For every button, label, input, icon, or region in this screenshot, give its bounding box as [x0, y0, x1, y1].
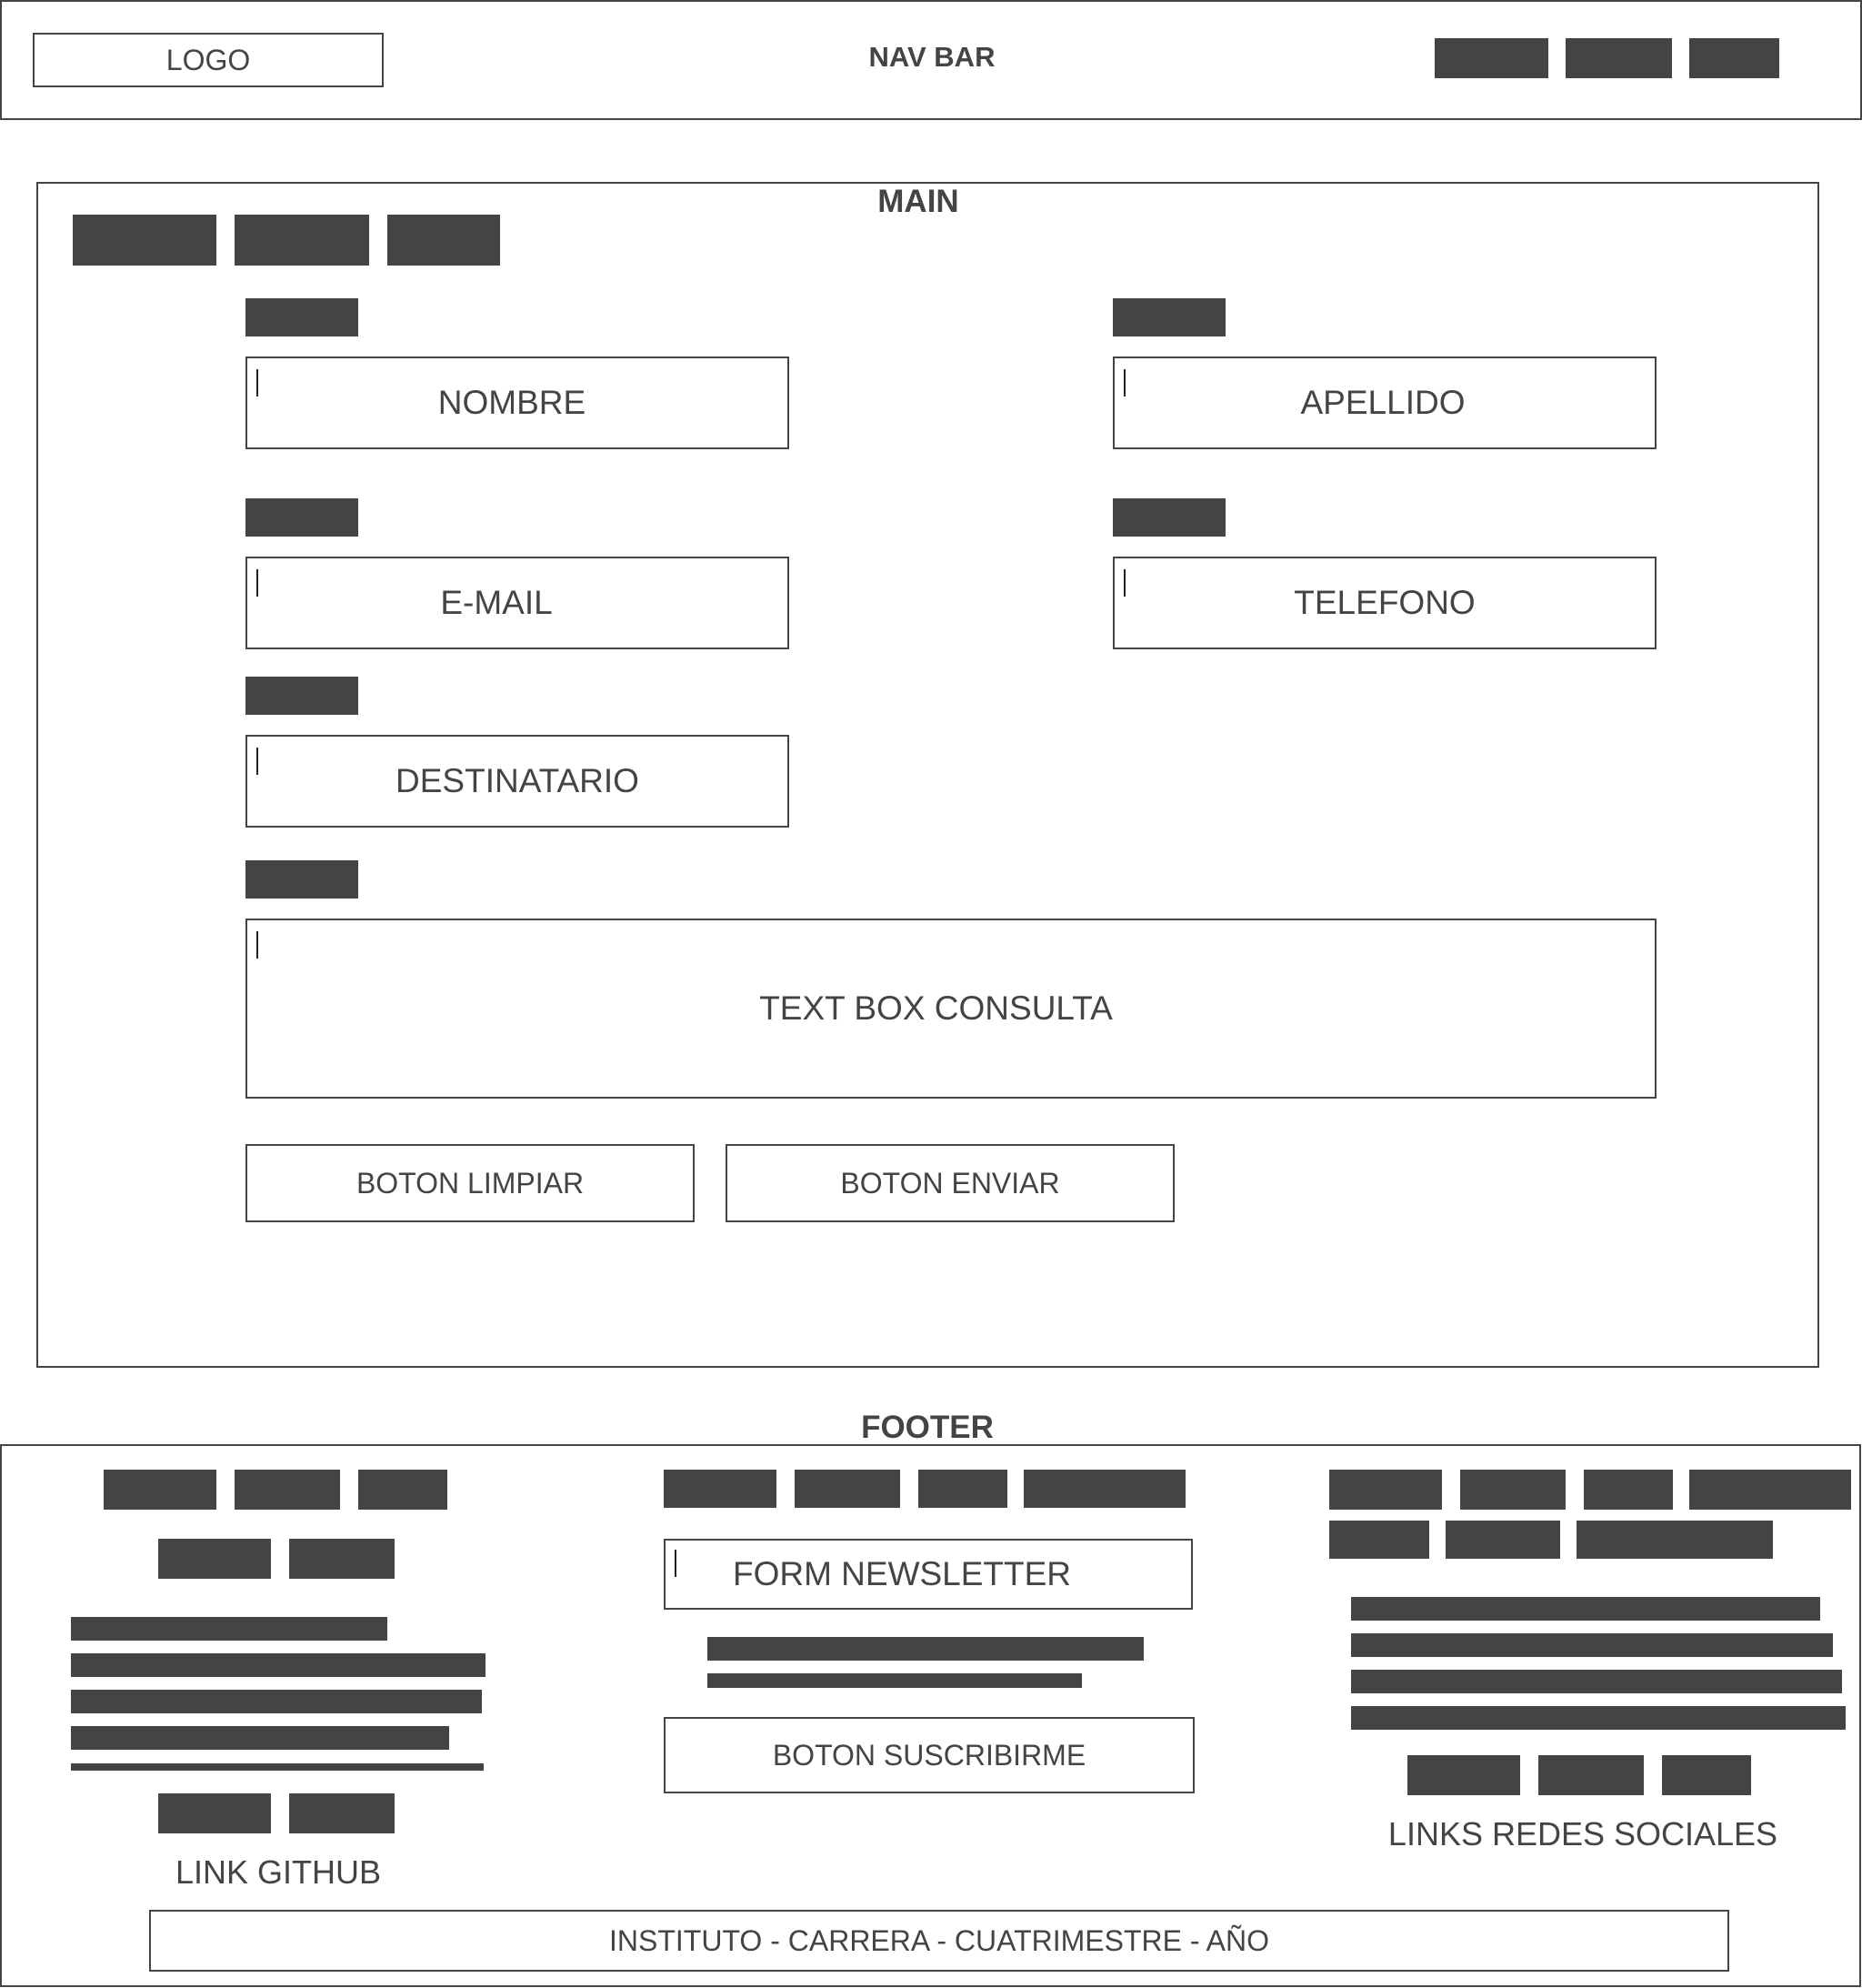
- github-link[interactable]: LINK GITHUB: [96, 1853, 460, 1892]
- main-title: MAIN: [877, 184, 959, 219]
- text-cursor: [256, 748, 258, 775]
- footer-col3-text-line: [1351, 1670, 1842, 1693]
- footer-col3-link-3[interactable]: [1584, 1470, 1673, 1510]
- footer-col1-link-2[interactable]: [235, 1470, 340, 1510]
- clear-button[interactable]: BOTON LIMPIAR: [245, 1144, 695, 1222]
- destinatario-label-block: [245, 677, 358, 715]
- newsletter-input-label: FORM NEWSLETTER: [732, 1555, 1072, 1592]
- footer-col1-text-line: [71, 1617, 387, 1641]
- footer-col3-text-line: [1351, 1633, 1833, 1657]
- footer-col2-link-2[interactable]: [795, 1470, 900, 1508]
- social-links-label[interactable]: LINKS REDES SOCIALES: [1356, 1815, 1810, 1853]
- nav-link-3[interactable]: [1689, 38, 1779, 78]
- footer-col3-link-7[interactable]: [1577, 1521, 1773, 1559]
- footer-col1-text-line: [71, 1690, 482, 1713]
- footer-col1-link-6[interactable]: [158, 1793, 271, 1833]
- social-link-3[interactable]: [1662, 1755, 1751, 1795]
- subscribe-button[interactable]: BOTON SUSCRIBIRME: [664, 1717, 1195, 1793]
- footer-col2-text-line: [707, 1673, 1082, 1688]
- nombre-input[interactable]: NOMBRE: [245, 356, 789, 449]
- footer-col3-link-5[interactable]: [1329, 1521, 1429, 1559]
- consulta-textarea[interactable]: TEXT BOX CONSULTA: [245, 919, 1657, 1099]
- logo[interactable]: LOGO: [33, 33, 384, 87]
- footer-col1-link-5[interactable]: [289, 1539, 395, 1579]
- nav-link-1[interactable]: [1435, 38, 1548, 78]
- email-input-label: E-MAIL: [440, 584, 553, 621]
- footer-col1-link-1[interactable]: [104, 1470, 216, 1510]
- footer-col2-text-line: [707, 1637, 1144, 1661]
- apellido-input[interactable]: APELLIDO: [1113, 356, 1657, 449]
- nav-link-2[interactable]: [1566, 38, 1672, 78]
- text-cursor: [256, 569, 258, 597]
- footer-col3-text-line: [1351, 1597, 1820, 1621]
- consulta-label-block: [245, 860, 358, 899]
- logo-label: LOGO: [165, 43, 251, 76]
- text-cursor: [256, 931, 258, 959]
- footer-col1-text-line: [71, 1653, 486, 1677]
- footer-col1-link-4[interactable]: [158, 1539, 271, 1579]
- newsletter-input[interactable]: FORM NEWSLETTER: [664, 1539, 1193, 1610]
- footer-col1-link-7[interactable]: [289, 1793, 395, 1833]
- footer-col3-link-6[interactable]: [1446, 1521, 1560, 1559]
- nombre-input-label: NOMBRE: [437, 384, 586, 421]
- apellido-input-label: APELLIDO: [1300, 384, 1466, 421]
- footer-col1-text-line: [71, 1763, 484, 1771]
- destinatario-input-label: DESTINATARIO: [395, 762, 639, 799]
- clear-button-label: BOTON LIMPIAR: [355, 1166, 585, 1200]
- footer-col1-link-3[interactable]: [358, 1470, 447, 1510]
- subscribe-button-label: BOTON SUSCRIBIRME: [772, 1738, 1086, 1772]
- text-cursor: [256, 369, 258, 397]
- main-tab-1[interactable]: [73, 215, 216, 266]
- destinatario-input[interactable]: DESTINATARIO: [245, 735, 789, 828]
- telefono-input-label: TELEFONO: [1294, 584, 1476, 621]
- credits-text: INSTITUTO - CARRERA - CUATRIMESTRE - AÑO: [609, 1923, 1269, 1957]
- send-button-label: BOTON ENVIAR: [840, 1166, 1060, 1200]
- social-link-2[interactable]: [1538, 1755, 1644, 1795]
- footer-col3-link-4[interactable]: [1689, 1470, 1851, 1510]
- main-tab-3[interactable]: [387, 215, 500, 266]
- social-link-1[interactable]: [1407, 1755, 1520, 1795]
- send-button[interactable]: BOTON ENVIAR: [726, 1144, 1175, 1222]
- footer-col2-link-4[interactable]: [1024, 1470, 1186, 1508]
- footer-col2-link-1[interactable]: [664, 1470, 776, 1508]
- email-input[interactable]: E-MAIL: [245, 557, 789, 649]
- footer-col1-text-line: [71, 1726, 449, 1750]
- text-cursor: [1124, 369, 1126, 397]
- telefono-label-block: [1113, 498, 1226, 537]
- main-tab-2[interactable]: [235, 215, 369, 266]
- text-cursor: [675, 1550, 676, 1577]
- telefono-input[interactable]: TELEFONO: [1113, 557, 1657, 649]
- text-cursor: [1124, 569, 1126, 597]
- credits-bar: INSTITUTO - CARRERA - CUATRIMESTRE - AÑO: [149, 1910, 1729, 1972]
- apellido-label-block: [1113, 298, 1226, 336]
- footer-col3-link-1[interactable]: [1329, 1470, 1442, 1510]
- footer-col3-text-line: [1351, 1706, 1846, 1730]
- nombre-label-block: [245, 298, 358, 336]
- footer-title: FOOTER: [861, 1410, 994, 1445]
- footer-col2-link-3[interactable]: [918, 1470, 1007, 1508]
- footer-col3-link-2[interactable]: [1460, 1470, 1566, 1510]
- consulta-textarea-label: TEXT BOX CONSULTA: [759, 989, 1113, 1027]
- navbar-title: NAV BAR: [868, 41, 996, 73]
- email-label-block: [245, 498, 358, 537]
